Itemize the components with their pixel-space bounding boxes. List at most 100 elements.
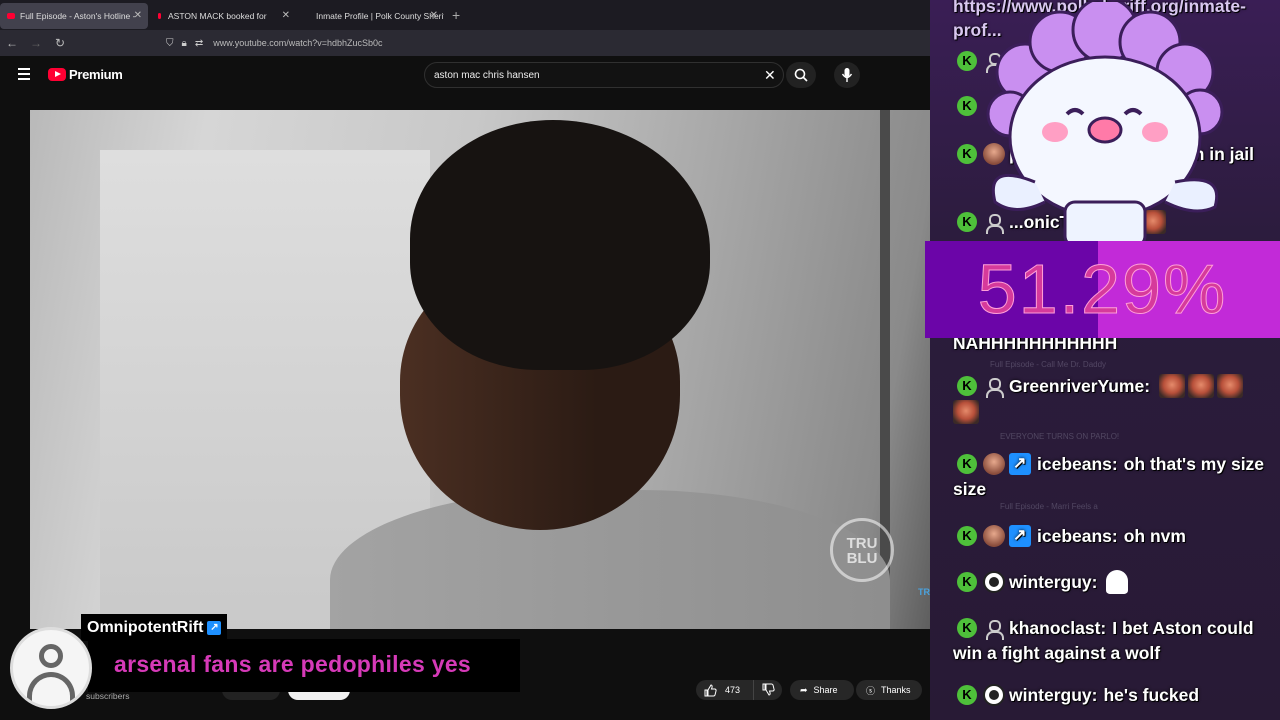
kick-icon: K (957, 96, 977, 116)
favicon-icon (158, 13, 161, 19)
kick-icon: K (957, 572, 977, 592)
chat-username: icebeans: (1037, 454, 1118, 474)
chat-message: Kicebeans:oh that's my size (930, 452, 1280, 476)
chat-username: khanoclast: (1009, 618, 1107, 638)
chat-message: Kkhanoclast: I bet Aston could win a figh… (930, 616, 1280, 665)
back-icon[interactable]: ← (0, 36, 24, 50)
permissions-icon[interactable]: ⇄ (195, 38, 203, 49)
kick-icon: K (957, 51, 977, 71)
youtube-favicon-icon (7, 13, 15, 19)
user-avatar-icon (983, 571, 1005, 593)
new-tab-button[interactable]: + (452, 7, 460, 23)
thanks-icon: ⓢ (866, 685, 876, 696)
dislike-button[interactable] (754, 683, 782, 698)
user-icon (983, 375, 1005, 398)
verified-badge-icon: ↗ (207, 620, 222, 635)
url-bar: ← → ↻ ⛉ 🔒︎ ⇄ www.youtube.com/watch?v=hdb… (0, 30, 930, 56)
kick-icon: K (957, 454, 977, 474)
tts-username-text: OmnipotentRift (87, 618, 204, 636)
kick-icon: K (957, 685, 977, 705)
search-box[interactable]: aston mac chris hansen ✕ (424, 62, 784, 88)
chat-text: oh that's my size (1123, 454, 1265, 474)
tab-title: ASTON MACK booked for (168, 11, 267, 21)
user-avatar-icon (983, 453, 1005, 475)
axolotl-mascot-icon (986, 2, 1224, 247)
close-tab-icon[interactable]: ✕ (134, 3, 142, 29)
search-icon (794, 68, 808, 82)
lock-icon[interactable]: 🔒︎ (182, 38, 187, 49)
chat-username: GreenriverYume: (1009, 376, 1151, 396)
badge-icon (1009, 524, 1031, 548)
chat-text: I bet Aston could (1112, 618, 1254, 638)
tab-title: Inmate Profile | Polk County Sheriff (316, 11, 444, 21)
thumbs-up-icon (704, 683, 717, 696)
tab-aston-mack[interactable]: ASTON MACK booked for ✕ (148, 3, 296, 29)
user-avatar-icon (983, 684, 1005, 706)
logo-text: Premium (69, 67, 123, 82)
share-button[interactable]: ➦ Share (790, 680, 854, 700)
user-icon (983, 617, 1005, 640)
hamburger-menu-icon[interactable] (18, 68, 30, 80)
video-person-hair (410, 120, 710, 370)
tts-username: OmnipotentRift ↗ (81, 614, 228, 641)
subscriber-count: subscribers (86, 691, 130, 701)
voice-search-button[interactable] (834, 62, 860, 88)
video-player[interactable]: TRU BLU (30, 110, 930, 629)
chat-username: winterguy: (1009, 685, 1098, 705)
kick-icon: K (957, 144, 977, 164)
close-tab-icon[interactable]: ✕ (430, 3, 438, 29)
chat-message-continuation: size (930, 477, 1280, 501)
like-button[interactable]: 473 (696, 680, 754, 700)
share-icon: ➦ (800, 684, 808, 695)
tab-title: Full Episode - Aston's Hotline - (20, 11, 136, 21)
search-button[interactable] (786, 62, 816, 88)
thanks-label: Thanks (881, 685, 911, 695)
reload-icon[interactable]: ↻ (48, 36, 72, 50)
kick-icon: K (957, 376, 977, 396)
forward-icon[interactable]: → (24, 36, 48, 50)
percent-meter: 51.29% (925, 241, 1280, 338)
user-avatar-icon (983, 525, 1005, 547)
emote-icon (1217, 374, 1244, 398)
ghost-video-title: Full Episode - Call Me Dr. Daddy (990, 360, 1107, 369)
like-count: 473 (725, 685, 741, 695)
ghost-video-title: EVERYONE TURNS ON PARLO! (1000, 432, 1120, 441)
browser-tab-bar: Full Episode - Aston's Hotline - ✕ ASTON… (0, 0, 930, 30)
youtube-play-icon (48, 68, 66, 81)
chat-text: he's fucked (1103, 685, 1200, 705)
chat-username: icebeans: (1037, 526, 1118, 546)
chat-message: Kicebeans:oh nvm (930, 524, 1280, 548)
chat-text: oh nvm (1123, 526, 1186, 546)
kick-icon: K (957, 212, 977, 232)
ghost-video-title: Full Episode - Marri Feels a (1000, 502, 1098, 511)
clear-search-icon[interactable]: ✕ (764, 67, 776, 84)
shield-icon[interactable]: ⛉ (166, 38, 174, 49)
emote-icon (1188, 374, 1215, 398)
chat-message: K GreenriverYume: (930, 374, 1280, 424)
chat-text-wrap: size (953, 479, 987, 499)
share-label: Share (813, 685, 838, 695)
thanks-button[interactable]: ⓢ Thanks (856, 680, 922, 700)
channel-watermark: TRU BLU (830, 518, 894, 582)
kick-icon: K (957, 526, 977, 546)
chat-message: Kwinterguy: (930, 570, 1280, 594)
emote-icon (1159, 374, 1186, 398)
like-dislike-group: 473 (696, 680, 782, 700)
search-input[interactable]: aston mac chris hansen (434, 70, 540, 81)
user-avatar-icon (10, 627, 92, 709)
ghost-emote-icon (1106, 570, 1129, 594)
chat-username: winterguy: (1009, 572, 1098, 592)
youtube-header: Premium aston mac chris hansen ✕ (0, 56, 930, 96)
tts-message: arsenal fans are pedophiles yes (114, 651, 472, 677)
kick-icon: K (957, 618, 977, 638)
percent-value: 51.29% (977, 250, 1228, 329)
tab-full-episode[interactable]: Full Episode - Aston's Hotline - ✕ (0, 3, 148, 29)
tab-inmate-profile[interactable]: Inmate Profile | Polk County Sheriff ✕ (296, 3, 444, 29)
chat-message: Kwinterguy: he's fucked (930, 683, 1280, 707)
close-tab-icon[interactable]: ✕ (282, 3, 290, 29)
youtube-premium-logo[interactable]: Premium (48, 67, 123, 82)
thumbs-down-icon (762, 683, 775, 696)
badge-icon (1009, 452, 1031, 476)
url-text[interactable]: www.youtube.com/watch?v=hdbhZucSb0c (213, 38, 382, 48)
microphone-icon (841, 68, 853, 82)
